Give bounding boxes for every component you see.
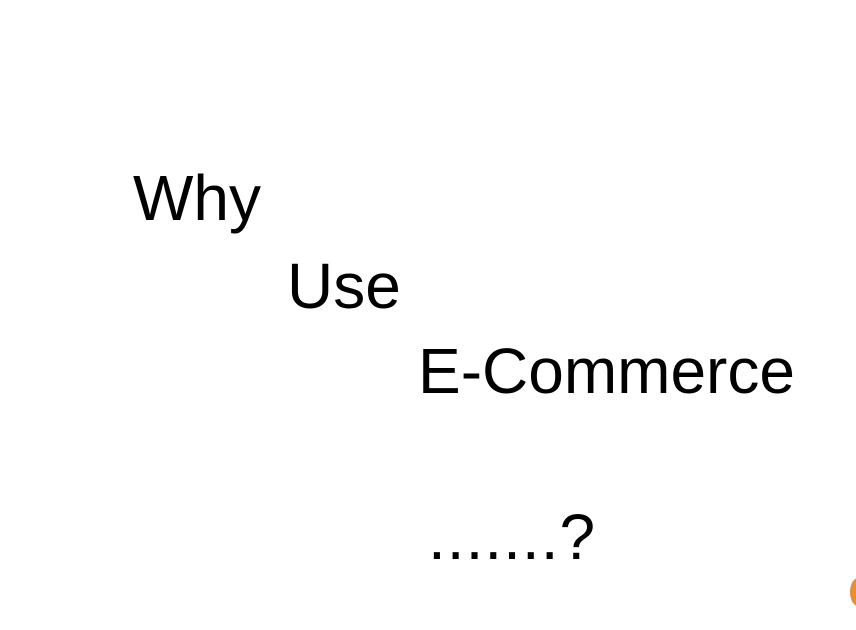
corner-decoration	[850, 578, 856, 606]
slide: Why Use E-Commerce .......?	[0, 0, 856, 630]
title-ellipsis-question: .......?	[428, 501, 597, 573]
title-word-use: Use	[287, 250, 401, 322]
title-word-why: Why	[133, 162, 261, 234]
title-word-ecommerce: E-Commerce	[418, 335, 795, 407]
